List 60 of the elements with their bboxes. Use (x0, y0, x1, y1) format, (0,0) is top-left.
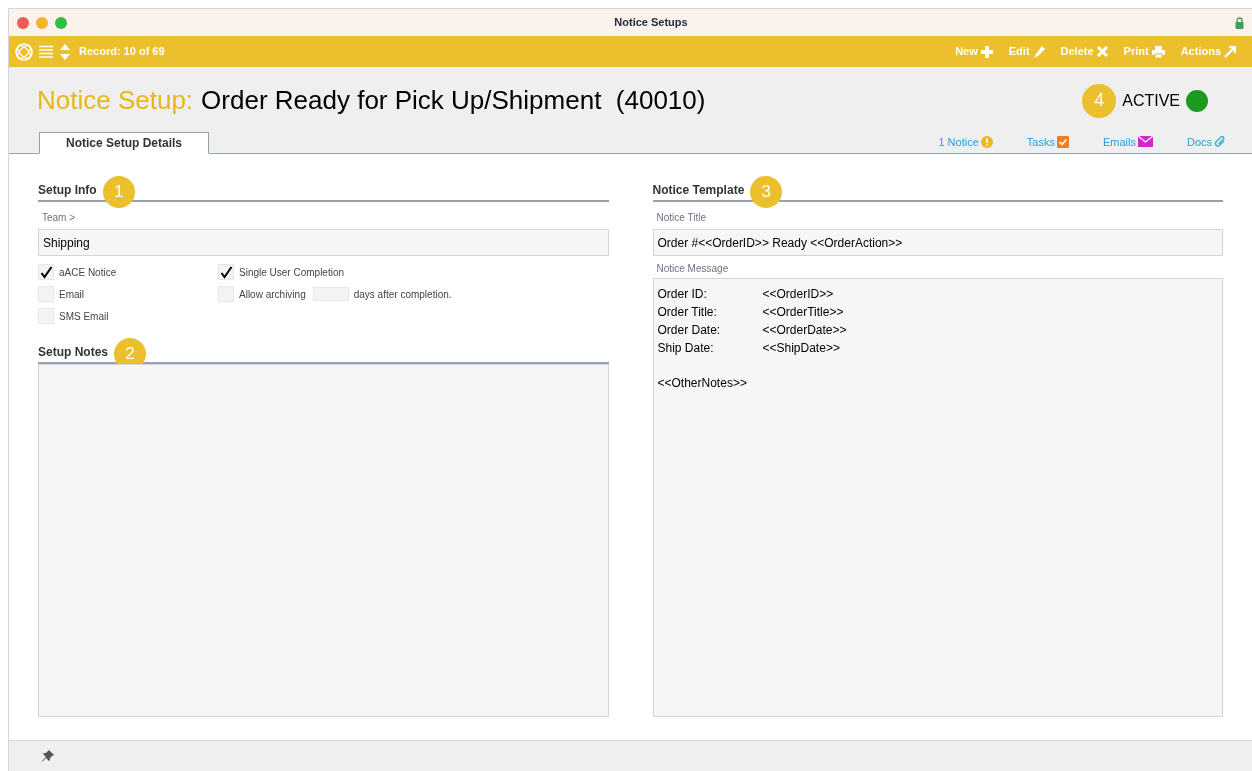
checkbox-icon (1056, 135, 1069, 148)
status-label: ACTIVE (1122, 90, 1180, 111)
checkbox-label[interactable]: Email (59, 286, 84, 302)
step-badge: 3 (750, 176, 783, 208)
close-button[interactable] (17, 16, 29, 29)
related-link[interactable]: Docs (1186, 133, 1226, 150)
pin-icon[interactable] (41, 749, 55, 763)
printer-icon (1151, 45, 1165, 58)
checkbox[interactable] (218, 264, 234, 280)
message-text: Order Title: (657, 304, 718, 321)
related-link[interactable]: 1 Notice (938, 133, 993, 150)
checkbox-label: days after completion. (353, 287, 452, 302)
checkbox-label[interactable]: aACE Notice (59, 264, 117, 280)
field-label: Notice Title (656, 211, 707, 225)
message-text: <<OrderDate>> (762, 322, 847, 339)
checkbox-label[interactable]: Allow archiving (239, 286, 306, 302)
message-text: Order Date: (657, 322, 722, 339)
message-text: <<OtherNotes>> (657, 375, 747, 392)
message-text: Order ID: (657, 286, 708, 303)
section-heading: Notice Template (652, 182, 745, 199)
pencil-icon (1032, 45, 1045, 58)
checkbox[interactable] (38, 286, 54, 302)
step-badge: 4 (1082, 83, 1117, 118)
record-type-label: Notice Setup: (37, 84, 194, 117)
up-down-icon[interactable] (60, 43, 70, 60)
zoom-button[interactable] (55, 16, 67, 29)
plus-icon (980, 45, 993, 58)
checkbox-label[interactable]: SMS Email (59, 308, 109, 324)
team-field[interactable]: Shipping (38, 229, 609, 256)
message-text: Ship Date: (657, 340, 715, 357)
lock-icon (1235, 16, 1244, 29)
field-label: Notice Message (656, 262, 730, 276)
days-field[interactable] (312, 287, 349, 301)
message-text: <<ShipDate>> (762, 340, 840, 357)
section-heading: Setup Info (38, 182, 97, 199)
field-label[interactable]: Team > (42, 210, 609, 225)
record-counter: Record: 10 of 69 (79, 44, 165, 60)
checkbox[interactable] (38, 308, 54, 324)
alert-icon (980, 135, 993, 148)
minimize-button[interactable] (36, 16, 48, 29)
section-heading: Setup Notes (38, 344, 108, 361)
notes-field[interactable] (38, 364, 609, 717)
step-badge: 1 (102, 176, 135, 208)
message-text: <<OrderTitle>> (762, 304, 844, 321)
menu-icon[interactable] (39, 45, 53, 58)
message-text: <<OrderID>> (762, 286, 834, 303)
message-field[interactable]: Order ID: <<OrderID>> Order Title: <<OrderTitle>> Order Date: <<OrderDate>> Ship Date: <<ShipDate>> <<OtherNotes>> (652, 278, 1223, 717)
record-title: Order Ready for Pick Up/Shipment (40010) (201, 84, 706, 117)
envelope-icon (1137, 136, 1153, 148)
checkbox[interactable] (38, 264, 54, 280)
window-title: Notice Setups (614, 15, 688, 31)
close-icon (1096, 46, 1108, 57)
checkbox-label[interactable]: Single User Completion (239, 264, 345, 280)
checkbox[interactable] (218, 286, 234, 302)
title-field[interactable]: Order #<<OrderID>> Ready <<OrderAction>> (652, 229, 1223, 256)
related-link[interactable]: Tasks (1026, 133, 1069, 150)
globe-icon[interactable] (15, 42, 33, 61)
paperclip-icon (1214, 135, 1226, 148)
tab[interactable]: Notice Setup Details (39, 132, 210, 154)
arrow-icon (1224, 45, 1236, 58)
